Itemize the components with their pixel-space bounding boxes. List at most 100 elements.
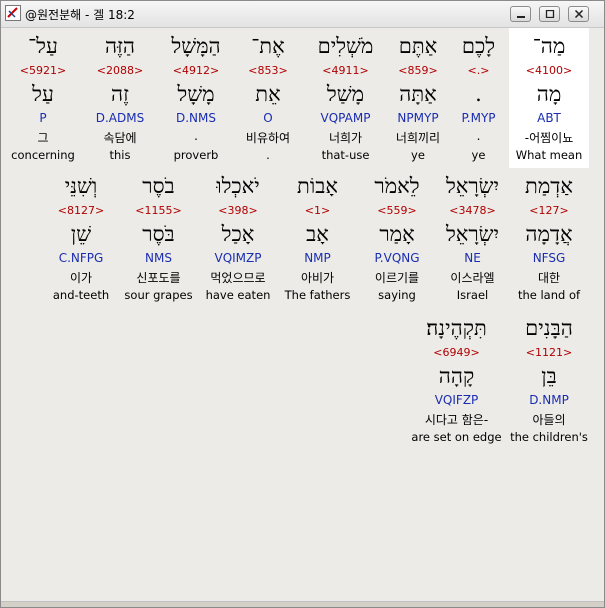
app-window: @원전분해 - 겔 18:2 עַל־ <5921> עַל P 그 concerning… xyxy=(0,0,605,608)
parsing-code: VQIMZP xyxy=(214,251,262,265)
english-gloss: and-teeth xyxy=(52,288,110,302)
word-cell[interactable]: וְשִׁנֵּי <8127> שֵׁן C.NFPG 이가 and-teeth xyxy=(44,168,118,308)
english-gloss: . xyxy=(266,148,270,162)
word-cell[interactable]: יֹאכְלוּ <398> אָכַל VQIMZP 먹었으므로 have eaten xyxy=(199,168,277,308)
parsing-code: ABT xyxy=(537,111,561,125)
minimize-button[interactable] xyxy=(510,6,531,22)
hebrew-word: לֵאמֹר xyxy=(374,174,420,198)
korean-gloss: 아들의 xyxy=(532,413,566,427)
korean-gloss: -어찜이뇨 xyxy=(524,131,574,145)
strong-number: <4912> xyxy=(172,64,220,77)
lemma-word: . xyxy=(475,82,482,106)
hebrew-word: בֹסֶר xyxy=(142,174,175,198)
korean-gloss: 너희가 xyxy=(328,131,363,145)
maximize-icon xyxy=(545,10,555,18)
korean-gloss: . xyxy=(194,129,198,143)
english-gloss: saying xyxy=(378,288,416,302)
strong-number: <8127> xyxy=(57,204,105,217)
lemma-word: אֵת xyxy=(255,82,281,106)
lemma-word: אַתָּה xyxy=(399,82,437,106)
strong-number: <1155> xyxy=(135,204,182,217)
word-cell[interactable]: אֶת־ <853> אֵת O 비유하여. xyxy=(233,28,303,168)
korean-gloss: 먹었으므로 xyxy=(210,271,266,285)
hebrew-word: הַמָּשָׁל xyxy=(171,34,221,58)
parsing-code: NPMYP xyxy=(397,111,439,125)
hebrew-word: עַל־ xyxy=(28,34,58,58)
lemma-word: זֶה xyxy=(111,82,129,106)
parsing-code: P.MYP xyxy=(461,111,496,125)
hebrew-word: הַזֶּה xyxy=(104,34,135,58)
korean-gloss: 비유하여 xyxy=(245,131,291,145)
word-cell[interactable]: תִּקְהֶינָה׃ <6949> קָהָה VQIFZP 시다고 함은-are … xyxy=(404,310,509,450)
korean-gloss: . xyxy=(476,129,481,143)
word-cell[interactable]: יִשְׂרָאֵל <3478> יִשְׂרָאֵל NE 이스라엘 Israel xyxy=(436,168,509,308)
word-cell[interactable]: הַבָּנִים <1121> בֵּן D.NMP 아들의 the children'… xyxy=(509,310,589,450)
english-gloss: The fathers xyxy=(284,288,351,302)
word-cell[interactable]: אַדְמַת <127> אֲדָמָה NFSG 대한 the land of xyxy=(509,168,589,308)
lemma-word: אָב xyxy=(306,222,329,246)
app-icon[interactable] xyxy=(5,5,21,21)
lemma-word: בֵּן xyxy=(541,364,557,388)
korean-gloss: 이스라엘 xyxy=(450,271,495,285)
lemma-word: שֵׁן xyxy=(70,222,92,246)
title-bar[interactable]: @원전분해 - 겔 18:2 xyxy=(1,1,604,28)
lemma-word: עַל xyxy=(32,82,54,106)
strong-number: <2088> xyxy=(96,64,144,77)
lemma-word: אָמַר xyxy=(379,222,415,246)
window-bottom-edge xyxy=(1,601,604,607)
window-title: @원전분해 - 겔 18:2 xyxy=(25,8,135,22)
parsing-code: VQPAMP xyxy=(320,111,371,125)
korean-gloss: 신포도를 xyxy=(136,271,181,285)
strong-number: <5921> xyxy=(19,64,67,77)
strong-number: <1121> xyxy=(525,346,573,359)
word-cell[interactable]: אַתֶּם <859> אַתָּה NPMYP 너희끼리 ye xyxy=(388,28,448,168)
korean-gloss: 아비가 xyxy=(300,271,335,285)
hebrew-word: תִּקְהֶינָה׃ xyxy=(426,316,487,340)
english-gloss: concerning xyxy=(11,148,75,162)
korean-gloss: 이가 xyxy=(69,271,93,285)
korean-gloss: 속담에 xyxy=(103,131,137,145)
hebrew-word: הַבָּנִים xyxy=(525,316,573,340)
lemma-word: מָשָׁל xyxy=(177,82,215,106)
hebrew-word: מַה־ xyxy=(532,34,566,58)
english-gloss: the land of xyxy=(517,288,581,302)
parsing-code: D.NMP xyxy=(529,393,569,407)
word-cell[interactable]: לָכֶם <.>. P.MYP. ye xyxy=(448,28,509,168)
strong-number: <559> xyxy=(377,204,417,217)
verse-analysis-panel: עַל־ <5921> עַל P 그 concerning הַזֶּה <2088> זֶה… xyxy=(4,28,601,602)
english-gloss: sour grapes xyxy=(124,288,193,302)
word-cell[interactable]: הַזֶּה <2088> זֶה D.ADMS 속담에 this xyxy=(84,28,156,168)
parsing-code: D.NMS xyxy=(175,111,216,125)
hebrew-word: יֹאכְלוּ xyxy=(216,174,260,198)
strong-number: <398> xyxy=(218,204,258,217)
word-cell[interactable]: עַל־ <5921> עַל P 그 concerning xyxy=(6,28,80,168)
hebrew-word: מֹשְׁלִים xyxy=(317,34,374,58)
korean-gloss: 시다고 함은- xyxy=(424,413,489,427)
parsing-code: NE xyxy=(464,251,481,265)
maximize-button[interactable] xyxy=(539,6,560,22)
english-gloss: ye xyxy=(471,148,486,162)
lemma-word: קָהָה xyxy=(438,364,475,388)
hebrew-word: אַתֶּם xyxy=(398,34,438,58)
strong-number: <3478> xyxy=(449,204,496,217)
parsing-code: NFSG xyxy=(532,251,566,265)
hebrew-word: יִשְׂרָאֵל xyxy=(445,174,500,198)
korean-gloss: 그 xyxy=(37,131,49,145)
word-cell[interactable]: מֹשְׁלִים <4911> מָשַׁל VQPAMP 너희가 that-use xyxy=(303,28,388,168)
word-cell[interactable]: בֹסֶר <1155> בֹּסֶר NMS 신포도를 sour grapes xyxy=(118,168,199,308)
word-cell[interactable]: הַמָּשָׁל <4912> מָשָׁל D.NMS. proverb xyxy=(157,28,235,168)
english-gloss: What mean xyxy=(515,148,583,162)
strong-number: <4100> xyxy=(525,64,573,77)
lemma-word: אָכַל xyxy=(221,222,255,246)
close-button[interactable] xyxy=(568,6,589,22)
close-icon xyxy=(574,10,584,18)
parsing-code: VQIFZP xyxy=(434,393,479,407)
lemma-word: מָשַׁל xyxy=(326,82,365,106)
word-cell[interactable]: אָבוֹת <1> אָב NMP 아비가 The fathers xyxy=(277,168,358,308)
parsing-code: D.ADMS xyxy=(95,111,145,125)
word-cell[interactable]: לֵאמֹר <559> אָמַר P.VQNG 이르기를 saying xyxy=(358,168,436,308)
word-cell[interactable]: מַה־ <4100> מָה ABT -어찜이뇨 What mean xyxy=(509,28,589,168)
hebrew-word: אָבוֹת xyxy=(297,174,338,198)
parsing-code: O xyxy=(263,111,273,125)
english-gloss: proverb xyxy=(173,148,219,162)
